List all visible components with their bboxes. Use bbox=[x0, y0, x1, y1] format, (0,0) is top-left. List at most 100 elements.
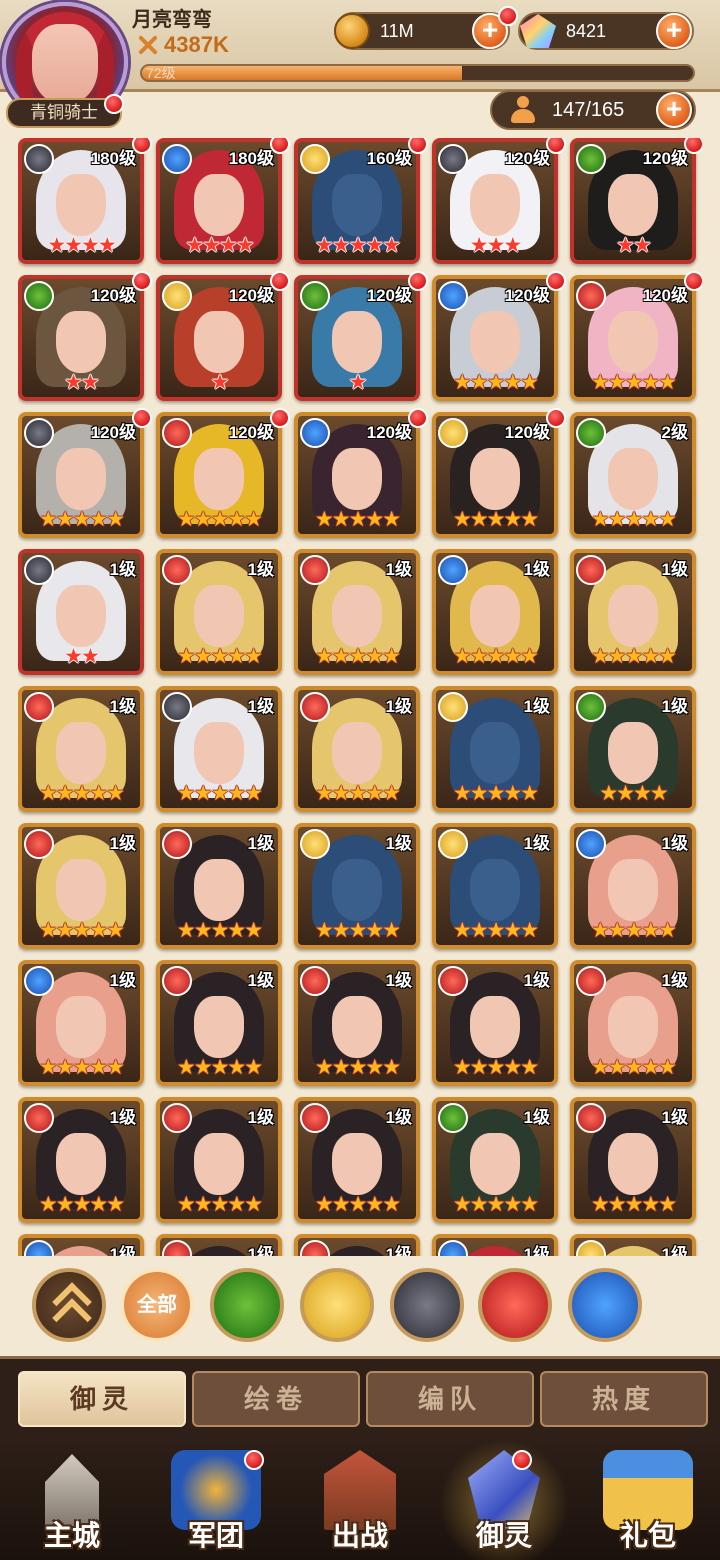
hero-portrait-face bbox=[470, 996, 520, 1058]
hero-star-rating: ★★ bbox=[616, 234, 652, 257]
hero-card[interactable]: 1级 ★★★★ bbox=[570, 686, 696, 812]
tab-spirits[interactable]: 御灵 bbox=[18, 1371, 186, 1427]
hero-card[interactable]: 120级 ★★ bbox=[570, 138, 696, 264]
nav-legion[interactable]: 军团 bbox=[144, 1436, 288, 1560]
hero-level: 1级 bbox=[523, 1245, 550, 1256]
hero-level: 120级 bbox=[90, 423, 136, 442]
nav-battle[interactable]: 出战 bbox=[288, 1436, 432, 1560]
hero-card[interactable]: 2级 ★★★★★ bbox=[570, 412, 696, 538]
hero-notification-dot bbox=[270, 138, 290, 154]
hero-card[interactable]: 1级★★★★★ bbox=[156, 823, 282, 949]
hero-card[interactable]: 1级★★★★★ bbox=[18, 960, 144, 1086]
hero-star-rating: ★★★★★ bbox=[314, 1193, 401, 1216]
hero-notification-dot bbox=[408, 138, 428, 154]
hero-card[interactable]: 1级★★★★★ bbox=[432, 823, 558, 949]
hero-card[interactable]: 160级 ★★★★★ bbox=[294, 138, 420, 264]
hero-star-rating: ★★★★★ bbox=[38, 1056, 125, 1079]
hero-card[interactable]: 120级 ★★★★★ bbox=[156, 412, 282, 538]
nav-spirits[interactable]: 御灵 bbox=[432, 1436, 576, 1560]
filter-holy-element-icon[interactable] bbox=[300, 1268, 374, 1342]
hero-card[interactable]: 1级★★★★★ bbox=[432, 1097, 558, 1223]
hero-level: 120级 bbox=[504, 149, 550, 168]
hero-card[interactable]: 1级★★★★★ bbox=[432, 549, 558, 675]
add-gem-button[interactable]: + bbox=[656, 13, 692, 49]
hero-card[interactable]: 1级★★★★★ bbox=[156, 549, 282, 675]
hero-card[interactable]: 1级★★★★★ bbox=[294, 1234, 420, 1256]
hero-star-rating: ★★★★★ bbox=[176, 508, 263, 531]
tab-scrolls[interactable]: 绘卷 bbox=[192, 1371, 360, 1427]
tab-popularity[interactable]: 热度 bbox=[540, 1371, 708, 1427]
dark-element-icon bbox=[24, 144, 54, 174]
hero-card[interactable]: 1级★★★★★ bbox=[294, 823, 420, 949]
hero-card[interactable]: 1级★★★★★ bbox=[18, 1234, 144, 1256]
filter-water-element-icon[interactable] bbox=[568, 1268, 642, 1342]
hero-card[interactable]: 120级 ★★★★★ bbox=[570, 275, 696, 401]
hero-star-rating: ★★★★★ bbox=[590, 1056, 677, 1079]
hero-card[interactable]: 180级 ★★★★ bbox=[156, 138, 282, 264]
expand-roster-button[interactable]: + bbox=[656, 92, 692, 128]
wind-element-icon bbox=[576, 418, 606, 448]
hero-card[interactable]: 1级★★★★★ bbox=[432, 1234, 558, 1256]
hero-card[interactable]: 120级 ★★★★★ bbox=[18, 412, 144, 538]
water-element-icon bbox=[438, 281, 468, 311]
hero-card[interactable]: 120级 ★★★★★ bbox=[294, 412, 420, 538]
hero-card[interactable]: 1级★★★★★ bbox=[570, 1097, 696, 1223]
hero-card[interactable]: 120级 ★★★★★ bbox=[432, 275, 558, 401]
hero-star-rating: ★★ bbox=[64, 645, 100, 668]
hero-card[interactable]: 1级★★★★★ bbox=[156, 1097, 282, 1223]
hero-level: 1级 bbox=[247, 971, 274, 990]
hero-level: 1级 bbox=[661, 560, 688, 579]
gold-value: 11M bbox=[380, 20, 414, 41]
filter-all-button[interactable]: 全部 bbox=[120, 1268, 194, 1342]
fire-element-icon bbox=[576, 1103, 606, 1133]
holy-element-icon bbox=[300, 144, 330, 174]
wind-element-icon bbox=[24, 281, 54, 311]
hero-portrait-face bbox=[194, 174, 244, 236]
hero-card[interactable]: 1级★★★★★ bbox=[18, 1097, 144, 1223]
nav-main-city[interactable]: 主城 bbox=[0, 1436, 144, 1560]
hero-level: 1级 bbox=[109, 697, 136, 716]
hero-star-rating: ★★★★★ bbox=[314, 234, 401, 257]
nav-gift-pack[interactable]: 礼包 bbox=[576, 1436, 720, 1560]
hero-card[interactable]: 1级★★★★★ bbox=[294, 686, 420, 812]
hero-portrait-face bbox=[608, 174, 658, 236]
hero-star-rating: ★★★★★ bbox=[38, 1193, 125, 1216]
hero-level: 1级 bbox=[385, 1245, 412, 1256]
hero-card[interactable]: 120级 ★ bbox=[294, 275, 420, 401]
filter-dark-element-icon[interactable] bbox=[390, 1268, 464, 1342]
hero-card[interactable]: 120级 ★★★★★ bbox=[432, 412, 558, 538]
hero-card[interactable]: 1级★★★★★ bbox=[156, 1234, 282, 1256]
tab-formation[interactable]: 编队 bbox=[366, 1371, 534, 1427]
holy-element-icon bbox=[162, 281, 192, 311]
hero-card[interactable]: 180级 ★★★★ bbox=[18, 138, 144, 264]
filter-wind-element-icon[interactable] bbox=[210, 1268, 284, 1342]
hero-card[interactable]: 1级★★★★★ bbox=[570, 960, 696, 1086]
hero-card[interactable]: 1级★★★★★ bbox=[294, 549, 420, 675]
hero-portrait-face bbox=[332, 859, 382, 921]
hero-card[interactable]: 1级★★★★★ bbox=[156, 960, 282, 1086]
fire-element-icon bbox=[576, 966, 606, 996]
filter-fire-element-icon[interactable] bbox=[478, 1268, 552, 1342]
hero-card[interactable]: 120级 ★★ bbox=[18, 275, 144, 401]
hero-portrait-face bbox=[608, 585, 658, 647]
wind-element-icon bbox=[576, 144, 606, 174]
hero-card[interactable]: 1级 ★★ bbox=[18, 549, 144, 675]
hero-level: 1级 bbox=[661, 697, 688, 716]
hero-card[interactable]: 120级 ★ bbox=[156, 275, 282, 401]
hero-card[interactable]: 120级 ★★★ bbox=[432, 138, 558, 264]
nav-label: 军团 bbox=[187, 1520, 244, 1551]
hero-card[interactable]: 1级★★★★★ bbox=[570, 549, 696, 675]
hero-card[interactable]: 1级★★★★★ bbox=[18, 823, 144, 949]
water-element-icon bbox=[438, 1240, 468, 1256]
hero-card[interactable]: 1级★★★★★ bbox=[432, 960, 558, 1086]
hero-card[interactable]: 1级★★★★★ bbox=[18, 686, 144, 812]
hero-card[interactable]: 1级★★★★★ bbox=[570, 1234, 696, 1256]
hero-card[interactable]: 1级★★★★★ bbox=[294, 960, 420, 1086]
hero-card[interactable]: 1级★★★★★ bbox=[432, 686, 558, 812]
hero-card[interactable]: 1级★★★★★ bbox=[156, 686, 282, 812]
hero-card[interactable]: 1级★★★★★ bbox=[294, 1097, 420, 1223]
holy-element-icon bbox=[576, 1240, 606, 1256]
collapse-up-icon[interactable] bbox=[32, 1268, 106, 1342]
hero-card[interactable]: 1级★★★★★ bbox=[570, 823, 696, 949]
hero-notification-dot bbox=[684, 271, 702, 291]
